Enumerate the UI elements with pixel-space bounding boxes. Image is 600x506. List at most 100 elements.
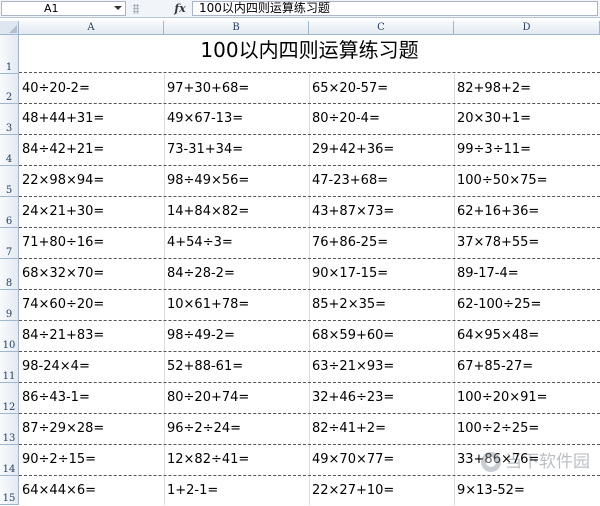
row-header-4[interactable]: 4 xyxy=(0,135,19,166)
row-header-2[interactable]: 2 xyxy=(0,74,19,104)
row-header-8[interactable]: 8 xyxy=(0,259,19,290)
cell-a14[interactable]: 90÷2÷15= xyxy=(19,445,163,475)
cell-a4[interactable]: 84÷42+21= xyxy=(19,135,163,165)
row-number: 8 xyxy=(5,278,13,289)
cell-d8[interactable]: 89-17-4= xyxy=(454,259,599,289)
cell-d15[interactable]: 9×13-52= xyxy=(454,476,599,506)
cell-d13[interactable]: 100÷2÷25= xyxy=(454,414,599,444)
cell-b13[interactable]: 96÷2÷24= xyxy=(164,414,308,444)
row-header-11[interactable]: 11 xyxy=(0,352,19,383)
row-number: 11 xyxy=(2,371,16,382)
row-number: 9 xyxy=(5,309,13,320)
cell-a7[interactable]: 71+80÷16= xyxy=(19,228,163,258)
row-number: 1 xyxy=(5,62,13,73)
row-number: 13 xyxy=(2,433,16,444)
name-box-value: A1 xyxy=(44,2,59,15)
row-header-10[interactable]: 10 xyxy=(0,321,19,352)
cell-b8[interactable]: 84÷28-2= xyxy=(164,259,308,289)
cell-d6[interactable]: 62+16+36= xyxy=(454,197,599,227)
cell-c10[interactable]: 68×59+60= xyxy=(309,321,453,351)
cell-a13[interactable]: 87÷29×28= xyxy=(19,414,163,444)
cell-d9[interactable]: 62-100÷25= xyxy=(454,290,599,320)
cell-c7[interactable]: 76+86-25= xyxy=(309,228,453,258)
cell-a15[interactable]: 64×44×6= xyxy=(19,476,163,506)
cell-b9[interactable]: 10×61+78= xyxy=(164,290,308,320)
cell-d3[interactable]: 20×30+1= xyxy=(454,104,599,134)
cell-c3[interactable]: 80÷20-4= xyxy=(309,104,453,134)
cell-b15[interactable]: 1+2-1= xyxy=(164,476,308,506)
resize-grip-icon[interactable] xyxy=(133,4,139,14)
cell-a6[interactable]: 24×21+30= xyxy=(19,197,163,227)
row-header-6[interactable]: 6 xyxy=(0,197,19,228)
cell-b6[interactable]: 14+84×82= xyxy=(164,197,308,227)
sheet-title-cell[interactable]: 100以内四则运算练习题 xyxy=(19,35,600,73)
cell-b7[interactable]: 4+54÷3= xyxy=(164,228,308,258)
row-number: 3 xyxy=(5,123,13,134)
row-header-14[interactable]: 14 xyxy=(0,445,19,476)
row-header-9[interactable]: 9 xyxy=(0,290,19,321)
cell-d12[interactable]: 100÷20×91= xyxy=(454,383,599,413)
cell-b5[interactable]: 98÷49×56= xyxy=(164,166,308,196)
column-header-b[interactable]: B xyxy=(164,21,309,35)
row-number: 14 xyxy=(2,464,16,475)
column-header-d[interactable]: D xyxy=(454,21,600,35)
cell-d5[interactable]: 100÷50×75= xyxy=(454,166,599,196)
name-box[interactable]: A1 xyxy=(1,1,126,16)
row-number: 10 xyxy=(2,340,16,351)
cell-b2[interactable]: 97+30+68= xyxy=(164,74,308,104)
cell-a9[interactable]: 74×60÷20= xyxy=(19,290,163,320)
row-number: 4 xyxy=(5,154,13,165)
cell-d7[interactable]: 37×78+55= xyxy=(454,228,599,258)
row-header-15[interactable]: 15 xyxy=(0,476,19,505)
row-number: 2 xyxy=(5,92,13,103)
cell-a11[interactable]: 98-24×4= xyxy=(19,352,163,382)
cell-c14[interactable]: 49×70×77= xyxy=(309,445,453,475)
cell-d2[interactable]: 82+98+2= xyxy=(454,74,599,104)
cell-a8[interactable]: 68×32×70= xyxy=(19,259,163,289)
row-number: 7 xyxy=(5,247,13,258)
cell-b4[interactable]: 73-31+34= xyxy=(164,135,308,165)
cell-b14[interactable]: 12×82÷41= xyxy=(164,445,308,475)
cell-b10[interactable]: 98÷49-2= xyxy=(164,321,308,351)
row-header-3[interactable]: 3 xyxy=(0,104,19,135)
row-header-13[interactable]: 13 xyxy=(0,414,19,445)
row-number: 15 xyxy=(2,493,16,504)
cell-a5[interactable]: 22×98×94= xyxy=(19,166,163,196)
cell-c11[interactable]: 63÷21×93= xyxy=(309,352,453,382)
cell-c12[interactable]: 32+46÷23= xyxy=(309,383,453,413)
row-header-7[interactable]: 7 xyxy=(0,228,19,259)
cell-c8[interactable]: 90×17-15= xyxy=(309,259,453,289)
cell-b11[interactable]: 52+88-61= xyxy=(164,352,308,382)
row-number: 6 xyxy=(5,216,13,227)
cell-b3[interactable]: 49×67-13= xyxy=(164,104,308,134)
function-icon[interactable]: fx xyxy=(171,1,189,16)
cell-c4[interactable]: 29+42+36= xyxy=(309,135,453,165)
cell-d11[interactable]: 67+85-27= xyxy=(454,352,599,382)
cell-c2[interactable]: 65×20-57= xyxy=(309,74,453,104)
watermark-text: 当下软件园 xyxy=(505,452,590,472)
cell-a12[interactable]: 86÷43-1= xyxy=(19,383,163,413)
chevron-down-icon[interactable] xyxy=(114,6,122,10)
row-header-1[interactable]: 1 xyxy=(0,35,19,74)
row-header-5[interactable]: 5 xyxy=(0,166,19,197)
column-header-c[interactable]: C xyxy=(309,21,454,35)
watermark-logo-icon xyxy=(481,452,501,472)
cell-c13[interactable]: 82÷41+2= xyxy=(309,414,453,444)
cell-d10[interactable]: 64×95×48= xyxy=(454,321,599,351)
cell-a10[interactable]: 84÷21+83= xyxy=(19,321,163,351)
cell-b12[interactable]: 80÷20+74= xyxy=(164,383,308,413)
row-number: 12 xyxy=(2,402,16,413)
cell-d4[interactable]: 99÷3÷11= xyxy=(454,135,599,165)
cell-c15[interactable]: 22×27+10= xyxy=(309,476,453,506)
formula-input[interactable]: 100以内四则运算练习题 xyxy=(192,1,598,16)
cell-c5[interactable]: 47-23+68= xyxy=(309,166,453,196)
select-all-button[interactable] xyxy=(0,21,19,35)
row-number: 5 xyxy=(5,185,13,196)
cell-c6[interactable]: 43+87×73= xyxy=(309,197,453,227)
cell-c9[interactable]: 85+2×35= xyxy=(309,290,453,320)
cell-a3[interactable]: 48+44+31= xyxy=(19,104,163,134)
watermark: 当下软件园 xyxy=(481,451,599,475)
row-header-12[interactable]: 12 xyxy=(0,383,19,414)
column-header-a[interactable]: A xyxy=(19,21,164,35)
cell-a2[interactable]: 40÷20-2= xyxy=(19,74,163,104)
